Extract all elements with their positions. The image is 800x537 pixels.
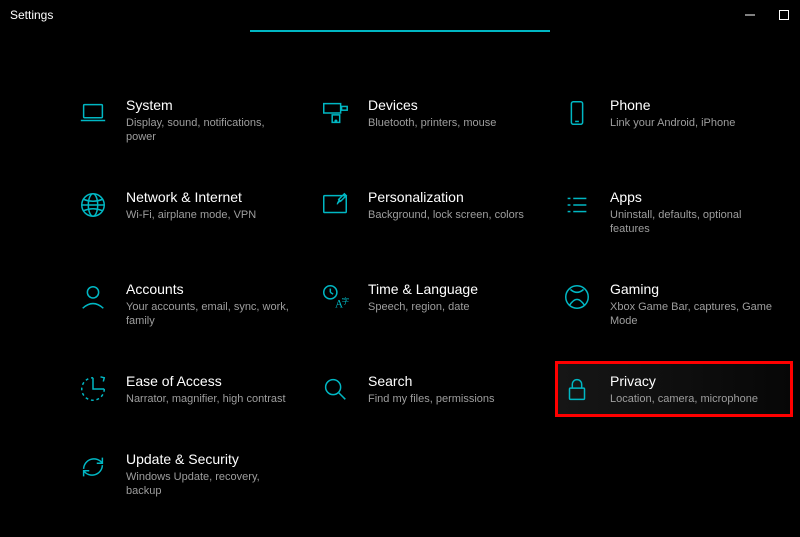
tile-desc: Windows Update, recovery, backup [126, 470, 294, 498]
settings-grid: System Display, sound, notifications, pow… [0, 32, 800, 506]
xbox-icon [560, 280, 594, 314]
tile-network[interactable]: Network & Internet Wi-Fi, airplane mode, … [74, 180, 306, 244]
tile-title: Privacy [610, 372, 758, 390]
laptop-icon [76, 96, 110, 130]
tile-update-security[interactable]: Update & Security Windows Update, recover… [74, 442, 306, 506]
tile-title: Personalization [368, 188, 524, 206]
tile-desc: Xbox Game Bar, captures, Game Mode [610, 300, 778, 328]
tile-title: Ease of Access [126, 372, 286, 390]
tile-personalization[interactable]: Personalization Background, lock screen, … [316, 180, 548, 244]
ease-icon [76, 372, 110, 406]
brush-icon [318, 188, 352, 222]
tile-desc: Your accounts, email, sync, work, family [126, 300, 294, 328]
tile-desc: Narrator, magnifier, high contrast [126, 392, 286, 406]
tile-desc: Link your Android, iPhone [610, 116, 735, 130]
minimize-button[interactable] [740, 5, 760, 25]
tile-title: Devices [368, 96, 496, 114]
person-icon [76, 280, 110, 314]
tile-desc: Bluetooth, printers, mouse [368, 116, 496, 130]
tile-search[interactable]: Search Find my files, permissions [316, 364, 548, 414]
tile-privacy[interactable]: Privacy Location, camera, microphone [558, 364, 790, 414]
tile-desc: Background, lock screen, colors [368, 208, 524, 222]
maximize-button[interactable] [774, 5, 794, 25]
tile-title: Accounts [126, 280, 294, 298]
tile-system[interactable]: System Display, sound, notifications, pow… [74, 88, 306, 152]
tile-title: Search [368, 372, 495, 390]
tile-title: Gaming [610, 280, 778, 298]
tile-accounts[interactable]: Accounts Your accounts, email, sync, work… [74, 272, 306, 336]
tile-gaming[interactable]: Gaming Xbox Game Bar, captures, Game Mode [558, 272, 790, 336]
search-icon [318, 372, 352, 406]
tile-title: Network & Internet [126, 188, 256, 206]
tile-title: Update & Security [126, 450, 294, 468]
window-controls [740, 5, 794, 25]
tile-desc: Find my files, permissions [368, 392, 495, 406]
globe-icon [76, 188, 110, 222]
tile-desc: Uninstall, defaults, optional features [610, 208, 778, 236]
devices-icon [318, 96, 352, 130]
tile-title: Apps [610, 188, 778, 206]
tile-desc: Location, camera, microphone [610, 392, 758, 406]
tile-desc: Display, sound, notifications, power [126, 116, 294, 144]
tile-desc: Wi-Fi, airplane mode, VPN [126, 208, 256, 222]
tile-title: Phone [610, 96, 735, 114]
tile-title: Time & Language [368, 280, 478, 298]
window-title: Settings [10, 8, 53, 22]
titlebar: Settings [0, 0, 800, 30]
tile-time-language[interactable]: A字 Time & Language Speech, region, date [316, 272, 548, 336]
tile-desc: Speech, region, date [368, 300, 478, 314]
tile-title: System [126, 96, 294, 114]
svg-text:字: 字 [342, 296, 350, 306]
tile-phone[interactable]: Phone Link your Android, iPhone [558, 88, 790, 152]
time-lang-icon: A字 [318, 280, 352, 314]
phone-icon [560, 96, 594, 130]
tile-ease-of-access[interactable]: Ease of Access Narrator, magnifier, high … [74, 364, 306, 414]
lock-icon [560, 372, 594, 406]
tile-apps[interactable]: Apps Uninstall, defaults, optional featur… [558, 180, 790, 244]
tile-devices[interactable]: Devices Bluetooth, printers, mouse [316, 88, 548, 152]
list-icon [560, 188, 594, 222]
sync-icon [76, 450, 110, 484]
